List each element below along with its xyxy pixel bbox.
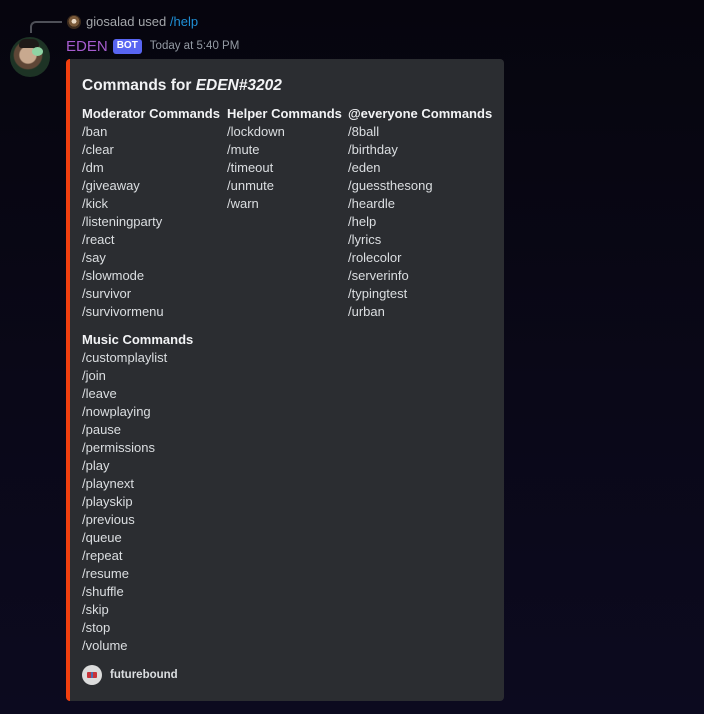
command-item: /warn (227, 196, 259, 211)
command-item: /dm (82, 160, 104, 175)
command-item: /slowmode (82, 268, 145, 283)
command-item: /8ball (348, 124, 380, 139)
command-item: /heardle (348, 196, 395, 211)
field-music-commands: Music Commands/customplaylist/join/leave… (82, 331, 193, 655)
reply-context[interactable]: giosalad used /help (0, 0, 704, 40)
command-item: /unmute (227, 178, 274, 193)
command-item: /rolecolor (348, 250, 402, 265)
command-item: /serverinfo (348, 268, 409, 283)
field-heading: Moderator Commands (82, 106, 220, 121)
command-item: /permissions (82, 440, 155, 455)
command-item: /nowplaying (82, 404, 151, 419)
command-item: /customplaylist (82, 350, 168, 365)
reply-used-label: used (138, 14, 167, 29)
reply-text: giosalad used /help (86, 14, 198, 30)
reply-username[interactable]: giosalad (86, 14, 134, 29)
reply-command-link[interactable]: /help (170, 14, 198, 29)
command-item: /previous (82, 512, 135, 527)
command-item: /playnext (82, 476, 135, 491)
command-item: /guessthesong (348, 178, 433, 193)
embed-title-bot: EDEN#3202 (195, 77, 282, 94)
bot-avatar[interactable] (10, 37, 50, 77)
command-item: /lyrics (348, 232, 382, 247)
command-item: /timeout (227, 160, 274, 175)
command-item: /leave (82, 386, 117, 401)
footer-text: futurebound (110, 669, 178, 681)
field-helper-commands: Helper Commands/lockdown/mute/timeout/un… (227, 105, 342, 213)
message-timestamp[interactable]: Today at 5:40 PM (150, 40, 240, 52)
command-item: /shuffle (82, 584, 124, 599)
command-item: /skip (82, 602, 109, 617)
command-item: /play (82, 458, 110, 473)
command-item: /playskip (82, 494, 133, 509)
command-item: /join (82, 368, 106, 383)
reply-spine (30, 21, 62, 33)
command-item: /urban (348, 304, 385, 319)
command-item: /mute (227, 142, 260, 157)
author-username[interactable]: EDEN (66, 38, 108, 55)
field-moderator-commands: Moderator Commands/ban/clear/dm/giveaway… (82, 105, 220, 321)
command-item: /birthday (348, 142, 398, 157)
embed-footer: futurebound (82, 665, 178, 685)
command-item: /lockdown (227, 124, 285, 139)
command-item: /survivor (82, 286, 132, 301)
field-heading: Helper Commands (227, 106, 342, 121)
command-item: /giveaway (82, 178, 140, 193)
command-item: /listeningparty (82, 214, 163, 229)
command-item: /volume (82, 638, 128, 653)
command-item: /typingtest (348, 286, 408, 301)
command-item: /eden (348, 160, 381, 175)
command-item: /survivormenu (82, 304, 164, 319)
field-heading: Music Commands (82, 332, 194, 347)
avatar-lens (32, 47, 43, 56)
command-item: /repeat (82, 548, 123, 563)
command-item: /ban (82, 124, 108, 139)
help-embed: Commands for EDEN#3202 Moderator Command… (66, 59, 504, 701)
command-item: /react (82, 232, 115, 247)
embed-title: Commands for EDEN#3202 (82, 77, 282, 95)
embed-title-prefix: Commands for (82, 77, 196, 94)
command-item: /resume (82, 566, 129, 581)
message-header: EDEN BOT Today at 5:40 PM (66, 37, 239, 55)
command-item: /clear (82, 142, 114, 157)
command-item: /kick (82, 196, 108, 211)
command-item: /stop (82, 620, 111, 635)
command-item: /queue (82, 530, 122, 545)
command-item: /pause (82, 422, 122, 437)
server-icon (82, 665, 102, 685)
reply-user-avatar[interactable] (67, 15, 81, 29)
command-item: /help (348, 214, 377, 229)
bot-badge: BOT (112, 38, 142, 54)
field-everyone-commands: @everyone Commands/8ball/birthday/eden/g… (348, 105, 492, 321)
command-item: /say (82, 250, 106, 265)
field-heading: @everyone Commands (348, 106, 493, 121)
